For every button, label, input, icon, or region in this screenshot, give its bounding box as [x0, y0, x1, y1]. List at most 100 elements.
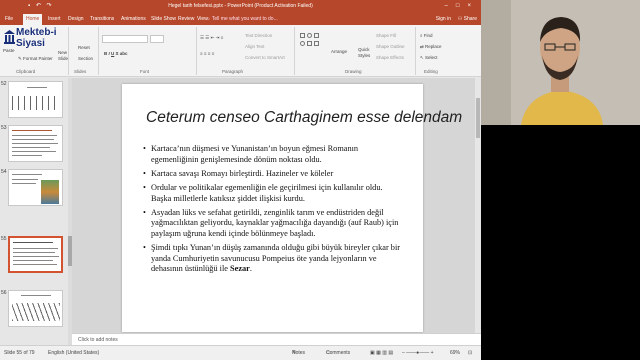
- thumbnail-text-line: [12, 147, 50, 148]
- divider: [294, 27, 295, 75]
- screen: ▪ ↶ ↷ Hegel tarih felsefesi.pptx - Power…: [0, 0, 640, 360]
- thumbnail-text-line: [21, 295, 51, 296]
- tab-design[interactable]: Design: [65, 14, 87, 25]
- zoom-level[interactable]: 69%: [450, 346, 460, 360]
- thumbnail-map-image: [41, 180, 59, 204]
- maximize-icon[interactable]: □: [456, 3, 468, 9]
- logo-text: Mekteb-i Siyasi: [16, 27, 57, 49]
- thumbnail-text-line: [12, 143, 58, 144]
- thumbnail-text-line: [12, 130, 52, 131]
- tab-animations[interactable]: Animations: [118, 14, 149, 25]
- shape-gallery-item[interactable]: [314, 33, 319, 38]
- slide-thumbnail[interactable]: [8, 125, 63, 162]
- align-text-button[interactable]: Align Text: [245, 44, 264, 49]
- slide-canvas[interactable]: Ceterum censeo Carthaginem esse delendam…: [122, 84, 462, 332]
- reset-button[interactable]: Reset: [78, 45, 90, 50]
- shape-gallery-item[interactable]: [307, 41, 312, 46]
- scrollbar-thumb[interactable]: [476, 98, 480, 138]
- quick-styles-button-line2[interactable]: Styles: [358, 53, 370, 58]
- share-button[interactable]: ⚇ Share: [458, 14, 477, 25]
- close-icon[interactable]: ×: [467, 3, 479, 9]
- minimize-icon[interactable]: –: [445, 3, 456, 9]
- building-icon: [4, 30, 15, 44]
- thumbnail-text-line: [12, 179, 38, 180]
- convert-smartart-button[interactable]: Convert to SmartArt: [245, 55, 285, 60]
- channel-logo: Mekteb-i Siyasi: [4, 26, 74, 62]
- shape-effects-button[interactable]: Shape Effects: [376, 55, 404, 60]
- title-bar: ▪ ↶ ↷ Hegel tarih felsefesi.pptx - Power…: [0, 0, 481, 12]
- thumbnail-text-line: [27, 87, 47, 88]
- shape-gallery-item[interactable]: [314, 41, 319, 46]
- list-buttons[interactable]: ☰ ☰ ⇤ ⇥ ≡: [200, 35, 223, 41]
- language-indicator[interactable]: English (United States): [48, 346, 99, 360]
- slide-thumbnail[interactable]: [8, 290, 63, 327]
- bullet-item: Ordular ve politikalar egemenliğin ele g…: [143, 183, 403, 204]
- window-controls[interactable]: –□×: [445, 0, 479, 12]
- shape-gallery-item[interactable]: [300, 33, 305, 38]
- slide-editing-area: Ceterum censeo Carthaginem esse delendam…: [72, 78, 481, 333]
- text-direction-button[interactable]: Text Direction: [245, 33, 272, 38]
- bullet-item: Kartaca savaşı Romayı birleştirdi. Hazin…: [143, 169, 403, 180]
- tell-me-search[interactable]: ☼ Tell me what you want to do...: [206, 14, 278, 25]
- arrange-button[interactable]: Arrange: [331, 49, 347, 54]
- replace-button[interactable]: ⇄ Replace: [420, 44, 442, 50]
- thumbnail-text-line: [12, 174, 42, 175]
- zoom-slider[interactable]: – ——●—— +: [402, 346, 434, 360]
- notes-pane[interactable]: Click to add notes: [72, 333, 481, 345]
- webcam-feed: [481, 0, 640, 360]
- thumbnail-text-line: [12, 155, 42, 156]
- slide-counter: Slide 55 of 79: [4, 350, 35, 356]
- thumbnail-number: 55: [1, 236, 7, 242]
- find-button[interactable]: ⌕ Find: [420, 33, 433, 38]
- powerpoint-window: ▪ ↶ ↷ Hegel tarih felsefesi.pptx - Power…: [0, 0, 481, 360]
- tab-home[interactable]: Home: [23, 14, 43, 25]
- ribbon-tabs: File Home Insert Design Transitions Anim…: [0, 12, 481, 25]
- view-buttons[interactable]: ▣ ▦ ▥ ▤: [370, 346, 393, 360]
- slide-thumbnail-active[interactable]: [8, 236, 63, 273]
- status-bar: Slide 55 of 79 English (United States) ≙…: [0, 345, 481, 360]
- clipboard-group-label: Clipboard: [16, 69, 36, 74]
- bullet-item: Kartaca’nın düşmesi ve Yunanistan’ın boy…: [143, 144, 403, 165]
- thumbnail-text-line: [12, 151, 56, 152]
- sign-in-link[interactable]: Sign in: [436, 14, 451, 25]
- fit-slide-icon[interactable]: ⊡: [468, 346, 472, 360]
- font-group-label: Font: [140, 69, 150, 74]
- thumbnail-text-line: [12, 135, 57, 136]
- thumbnail-text-line: [13, 264, 57, 265]
- slide-thumbnail-pane: 52 53 54 55 56: [0, 78, 72, 345]
- thumbnail-text-line: [12, 139, 54, 140]
- shape-outline-button[interactable]: Shape Outline: [376, 44, 405, 49]
- select-button[interactable]: ↖ Select: [420, 55, 438, 61]
- thumbnail-number: 56: [1, 290, 7, 296]
- shape-gallery-item[interactable]: [307, 33, 312, 38]
- slide-thumbnail[interactable]: [8, 81, 63, 118]
- drawing-group-label: Drawing: [345, 69, 362, 74]
- thumbnail-figure: [12, 96, 60, 110]
- presenter-silhouette: [481, 0, 640, 125]
- thumbnail-text-line: [13, 256, 59, 257]
- thumbnail-number: 52: [1, 81, 7, 87]
- thumbnail-text-line: [13, 252, 55, 253]
- shape-gallery-item[interactable]: [300, 41, 305, 46]
- divider: [98, 27, 99, 75]
- quick-styles-button[interactable]: Quick: [358, 47, 370, 52]
- slide-thumbnail[interactable]: [8, 169, 63, 206]
- thumbnail-number: 54: [1, 169, 7, 175]
- editing-group-label: Editing: [424, 69, 438, 74]
- tab-file[interactable]: File: [2, 14, 16, 25]
- paragraph-group-label: Paragraph: [222, 69, 244, 74]
- font-style-buttons[interactable]: B I U S abc: [104, 51, 128, 56]
- bullet-item: Şimdi tıpkı Yunan’ın düşüş zamanında old…: [143, 243, 403, 275]
- slide-title[interactable]: Ceterum censeo Carthaginem esse delendam: [146, 109, 462, 127]
- slide-body[interactable]: Kartaca’nın düşmesi ve Yunanistan’ın boy…: [143, 144, 403, 279]
- font-name-box[interactable]: [102, 35, 148, 43]
- font-size-box[interactable]: [150, 35, 164, 43]
- section-button[interactable]: Section: [78, 56, 93, 61]
- divider: [196, 27, 197, 75]
- tab-insert[interactable]: Insert: [45, 14, 64, 25]
- align-buttons[interactable]: ≡ ≡ ≡ ≡: [200, 51, 214, 56]
- thumbnail-text-line: [13, 248, 58, 249]
- tab-transitions[interactable]: Transitions: [87, 14, 117, 25]
- bullet-item: Asyadan lüks ve sefahat getirildi, zengi…: [143, 208, 403, 240]
- shape-fill-button[interactable]: Shape Fill: [376, 33, 396, 38]
